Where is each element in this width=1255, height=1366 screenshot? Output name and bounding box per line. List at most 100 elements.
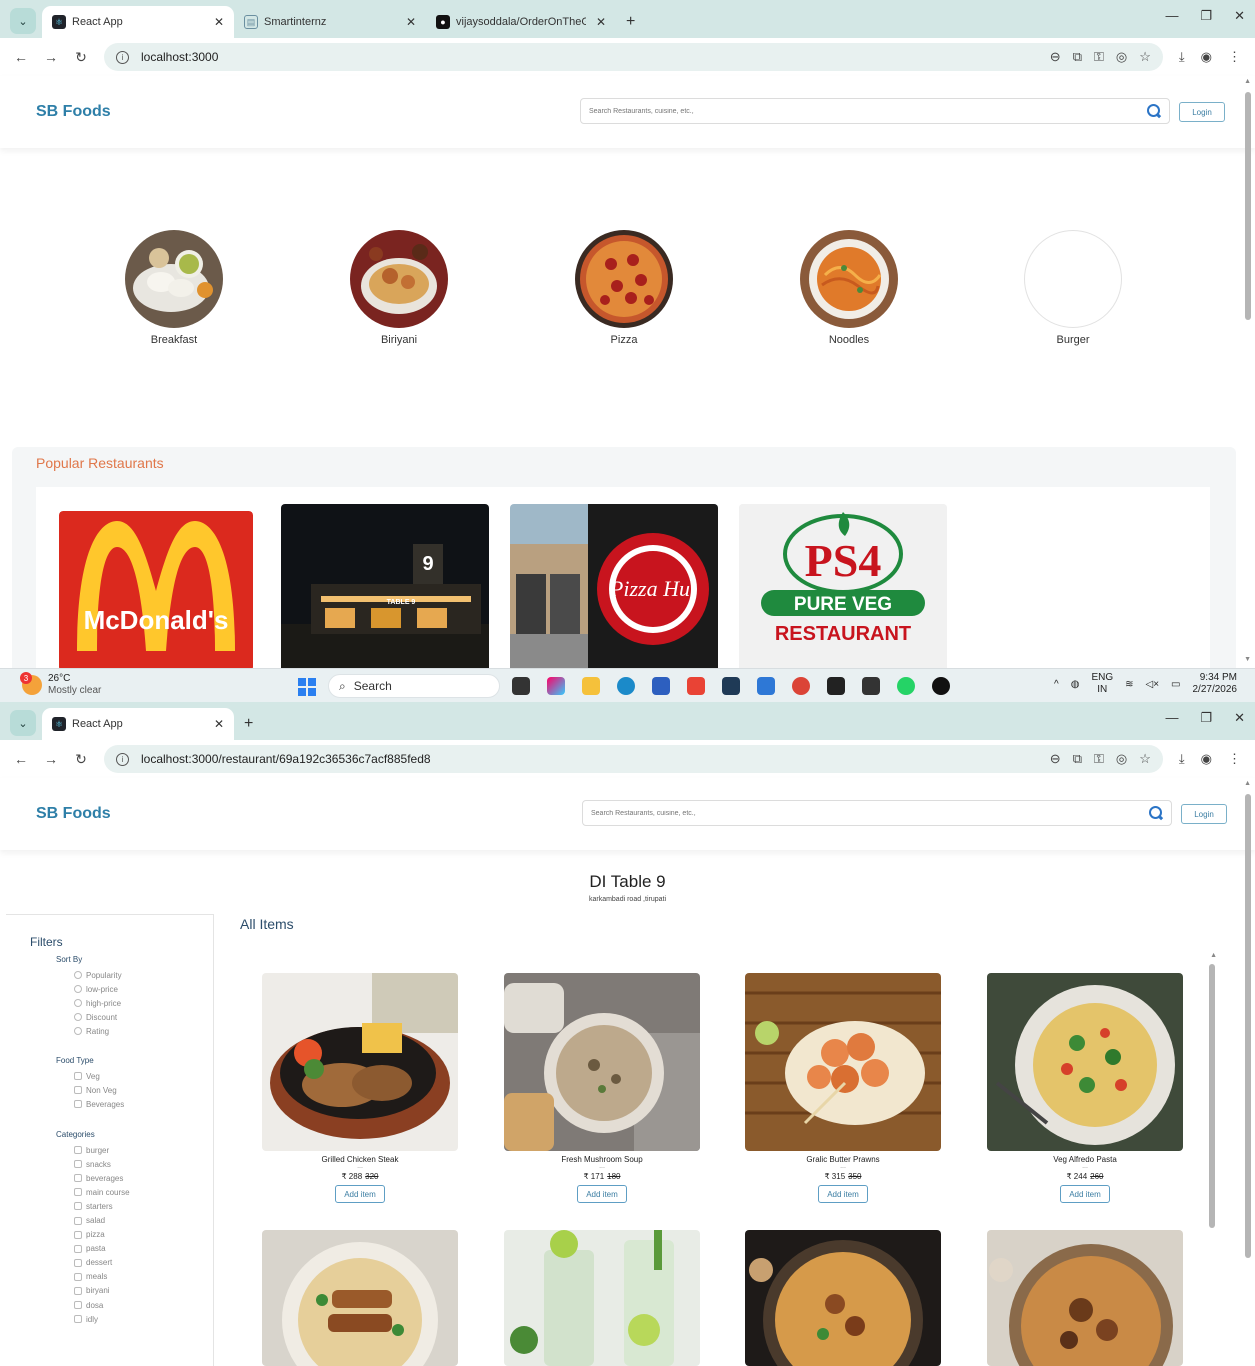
battery-icon[interactable]: ▭: [1171, 679, 1180, 690]
checkbox[interactable]: [74, 1188, 82, 1197]
sort-option[interactable]: Discount: [56, 1010, 122, 1024]
checkbox[interactable]: [74, 1100, 82, 1109]
radio-button[interactable]: [74, 971, 82, 980]
close-window-icon[interactable]: ✕: [1234, 710, 1245, 726]
scroll-up-arrow-icon[interactable]: ▲: [1244, 780, 1251, 787]
wifi-icon[interactable]: ≋: [1125, 679, 1133, 690]
bookmark-star-icon[interactable]: ☆: [1139, 751, 1151, 767]
language-indicator[interactable]: ENG IN: [1091, 672, 1113, 696]
chevron-up-icon[interactable]: ^: [1054, 679, 1059, 690]
checkbox[interactable]: [74, 1315, 82, 1324]
category-breakfast[interactable]: Breakfast: [124, 230, 224, 346]
reload-icon[interactable]: ↻: [74, 49, 88, 66]
bookmark-star-icon[interactable]: ☆: [1139, 49, 1151, 65]
download-icon[interactable]: ⤓: [1179, 751, 1185, 767]
restaurant-card-pizza-hut[interactable]: Pizza Hut: [510, 504, 718, 668]
site-logo[interactable]: SB Foods: [36, 805, 111, 823]
close-icon[interactable]: ✕: [214, 15, 224, 29]
items-scroll-up-arrow-icon[interactable]: ▲: [1210, 952, 1217, 959]
clock[interactable]: 9:34 PM 2/27/2026: [1193, 672, 1238, 696]
category-option[interactable]: snacks: [56, 1157, 130, 1171]
install-app-icon[interactable]: ⧉: [1073, 751, 1082, 767]
checkbox[interactable]: [74, 1272, 82, 1281]
menu-kebab-icon[interactable]: ⋮: [1228, 751, 1241, 767]
new-tab-icon[interactable]: +: [234, 708, 263, 740]
food-type-option[interactable]: Beverages: [56, 1097, 124, 1111]
restaurant-card-mcdonalds[interactable]: McDonald's: [59, 511, 253, 668]
login-button[interactable]: Login: [1179, 102, 1225, 122]
checkbox[interactable]: [74, 1072, 82, 1081]
category-option[interactable]: dosa: [56, 1298, 130, 1312]
minimize-icon[interactable]: —: [1165, 710, 1178, 726]
terminal-icon[interactable]: [862, 677, 880, 695]
tracking-eye-icon[interactable]: ◎: [1116, 751, 1127, 767]
food-type-option[interactable]: Non Veg: [56, 1083, 124, 1097]
install-app-icon[interactable]: ⧉: [1073, 49, 1082, 65]
category-option[interactable]: main course: [56, 1185, 130, 1199]
forward-arrow-icon[interactable]: →: [44, 751, 58, 767]
password-key-icon[interactable]: ⚿: [1094, 49, 1104, 65]
category-biriyani[interactable]: Biriyani: [349, 230, 449, 346]
weather-widget[interactable]: 3 26°C Mostly clear: [20, 672, 101, 697]
info-icon[interactable]: i: [116, 752, 129, 766]
checkbox[interactable]: [74, 1230, 82, 1239]
category-option[interactable]: pizza: [56, 1228, 130, 1242]
volume-muted-icon[interactable]: ◁×: [1146, 679, 1160, 690]
network-globe-icon[interactable]: ◍: [1071, 679, 1080, 690]
zoom-icon[interactable]: ⊖: [1050, 49, 1061, 65]
download-icon[interactable]: ⤓: [1179, 49, 1185, 65]
category-option[interactable]: dessert: [56, 1256, 130, 1270]
site-logo[interactable]: SB Foods: [36, 103, 111, 121]
category-option[interactable]: salad: [56, 1213, 130, 1227]
back-arrow-icon[interactable]: ←: [14, 751, 28, 767]
category-option[interactable]: meals: [56, 1270, 130, 1284]
password-key-icon[interactable]: ⚿: [1094, 751, 1104, 767]
tab-search-icon[interactable]: ⌄: [10, 8, 36, 34]
file-explorer-icon[interactable]: [582, 677, 600, 695]
checkbox[interactable]: [74, 1202, 82, 1211]
search-input[interactable]: [591, 809, 1149, 817]
add-item-button[interactable]: Add item: [335, 1185, 385, 1203]
sort-option[interactable]: Rating: [56, 1024, 122, 1038]
checkbox[interactable]: [74, 1301, 82, 1310]
login-button[interactable]: Login: [1181, 804, 1227, 824]
food-type-option[interactable]: Veg: [56, 1069, 124, 1083]
close-icon[interactable]: ✕: [406, 15, 416, 29]
minimize-icon[interactable]: —: [1165, 8, 1178, 24]
github-desktop-icon[interactable]: [827, 677, 845, 695]
checkbox[interactable]: [74, 1086, 82, 1095]
search-input[interactable]: [589, 107, 1147, 115]
close-icon[interactable]: ✕: [596, 15, 606, 29]
chrome-icon[interactable]: [792, 677, 810, 695]
app-icon[interactable]: [722, 677, 740, 695]
tab-react-app[interactable]: ⚛ React App ✕: [42, 708, 234, 740]
close-window-icon[interactable]: ✕: [1234, 8, 1245, 24]
search-icon[interactable]: [1147, 104, 1161, 118]
checkbox[interactable]: [74, 1258, 82, 1267]
checkbox[interactable]: [74, 1146, 82, 1155]
checkbox[interactable]: [74, 1244, 82, 1253]
restaurant-card-table9[interactable]: 9 TABLE 9: [281, 504, 489, 668]
restaurant-card-ps4[interactable]: PS4 PURE VEG RESTAURANT: [739, 504, 947, 668]
radio-button[interactable]: [74, 1013, 82, 1022]
restore-icon[interactable]: ❐: [1200, 8, 1212, 24]
zoom-icon[interactable]: ⊖: [1050, 751, 1061, 767]
close-icon[interactable]: ✕: [214, 717, 224, 731]
profile-avatar-icon[interactable]: ◉: [1201, 751, 1212, 767]
sort-option[interactable]: high-price: [56, 996, 122, 1010]
whatsapp-icon[interactable]: [897, 677, 915, 695]
category-pizza[interactable]: Pizza: [574, 230, 674, 346]
sort-option[interactable]: low-price: [56, 982, 122, 996]
edge-icon[interactable]: [617, 677, 635, 695]
category-noodles[interactable]: Noodles: [799, 230, 899, 346]
profile-avatar-icon[interactable]: ◉: [1201, 49, 1212, 65]
forward-arrow-icon[interactable]: →: [44, 49, 58, 65]
scroll-down-arrow-icon[interactable]: ▼: [1244, 656, 1251, 663]
category-option[interactable]: burger: [56, 1143, 130, 1157]
category-option[interactable]: biryani: [56, 1284, 130, 1298]
category-option[interactable]: beverages: [56, 1171, 130, 1185]
add-item-button[interactable]: Add item: [1060, 1185, 1110, 1203]
tab-react-app[interactable]: ⚛ React App ✕: [42, 6, 234, 38]
reload-icon[interactable]: ↻: [74, 751, 88, 768]
new-tab-icon[interactable]: +: [616, 6, 645, 38]
